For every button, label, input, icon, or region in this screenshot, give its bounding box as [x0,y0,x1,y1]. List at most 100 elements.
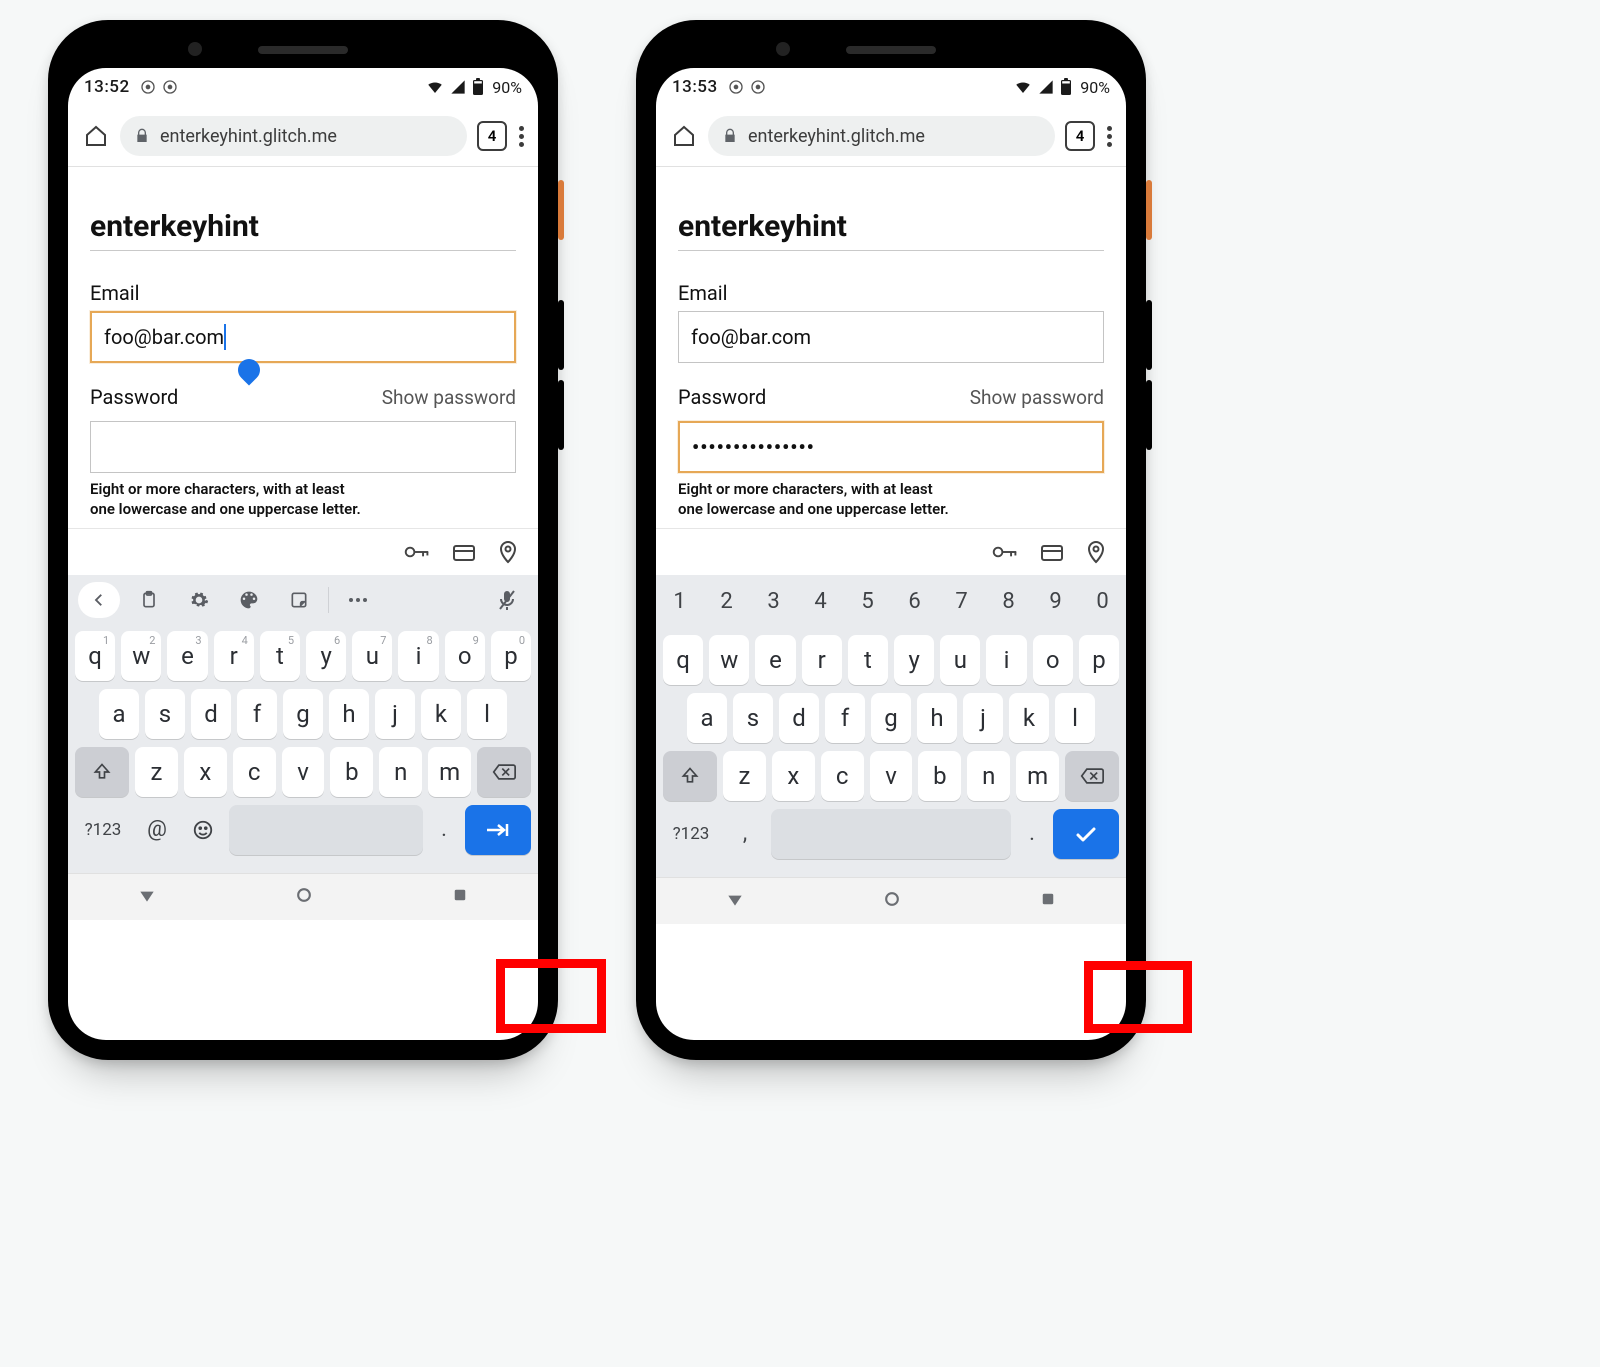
address-bar[interactable]: enterkeyhint.glitch.me [708,116,1055,156]
numkey-2[interactable]: 2 [703,575,750,629]
nav-back-icon[interactable] [725,889,745,913]
gear-icon[interactable] [178,582,220,618]
key-f[interactable]: f [237,689,277,739]
key-c[interactable]: c [233,747,276,797]
power-button[interactable] [558,180,564,240]
numkey-8[interactable]: 8 [985,575,1032,629]
email-field[interactable]: foo@bar.com [678,311,1104,363]
key-n[interactable]: n [379,747,422,797]
key-f[interactable]: f [825,693,865,743]
volume-down-button[interactable] [558,380,564,450]
mic-off-icon[interactable] [486,582,528,618]
key-j[interactable]: j [963,693,1003,743]
key-o[interactable]: o9 [445,631,485,681]
key-z[interactable]: z [135,747,178,797]
key-x[interactable]: x [772,751,815,801]
key-i[interactable]: i8 [398,631,438,681]
show-password-toggle[interactable]: Show password [382,386,516,409]
key-g[interactable]: g [871,693,911,743]
more-icon[interactable] [337,582,379,618]
numkey-0[interactable]: 0 [1079,575,1126,629]
card-icon[interactable] [1040,542,1064,562]
key-a[interactable]: a [687,693,727,743]
key-h[interactable]: h [329,689,369,739]
nav-recent-icon[interactable] [451,886,469,908]
key-h[interactable]: h [917,693,957,743]
key-g[interactable]: g [283,689,323,739]
at-key[interactable]: @ [137,805,177,855]
shift-key[interactable] [663,751,717,801]
nav-recent-icon[interactable] [1039,890,1057,912]
key-d[interactable]: d [779,693,819,743]
key-p[interactable]: p [1079,635,1119,685]
key-q[interactable]: q1 [75,631,115,681]
key-l[interactable]: l [1055,693,1095,743]
key-w[interactable]: w [709,635,749,685]
key-l[interactable]: l [467,689,507,739]
key-j[interactable]: j [375,689,415,739]
emoji-key[interactable] [183,805,223,855]
key-e[interactable]: e3 [167,631,207,681]
key-b[interactable]: b [918,751,961,801]
key-icon[interactable] [992,542,1018,562]
home-icon[interactable] [670,124,698,148]
symbols-key[interactable]: ?123 [663,809,719,859]
key-a[interactable]: a [99,689,139,739]
numkey-4[interactable]: 4 [797,575,844,629]
key-v[interactable]: v [282,747,325,797]
numkey-1[interactable]: 1 [656,575,703,629]
symbols-key[interactable]: ?123 [75,805,131,855]
key-w[interactable]: w2 [121,631,161,681]
key-y[interactable]: y6 [306,631,346,681]
menu-dots-icon[interactable] [519,126,528,147]
key-t[interactable]: t [848,635,888,685]
email-field[interactable]: foo@bar.com [90,311,516,363]
password-field[interactable]: ••••••••••••••• [678,421,1104,473]
key-p[interactable]: p0 [491,631,531,681]
enter-done-key[interactable] [1053,809,1119,859]
numkey-5[interactable]: 5 [844,575,891,629]
key-s[interactable]: s [733,693,773,743]
key-b[interactable]: b [330,747,373,797]
space-key[interactable] [229,805,423,855]
key-z[interactable]: z [723,751,766,801]
key-r[interactable]: r [802,635,842,685]
enter-next-key[interactable] [465,805,531,855]
tabs-button[interactable]: 4 [477,121,507,151]
key-d[interactable]: d [191,689,231,739]
key-u[interactable]: u7 [352,631,392,681]
key-m[interactable]: m [1016,751,1059,801]
comma-key[interactable]: , [725,809,765,859]
shift-key[interactable] [75,747,129,797]
key-u[interactable]: u [940,635,980,685]
key-i[interactable]: i [986,635,1026,685]
location-icon[interactable] [1086,540,1106,564]
volume-up-button[interactable] [558,300,564,370]
menu-dots-icon[interactable] [1107,126,1116,147]
nav-home-icon[interactable] [882,889,902,913]
nav-home-icon[interactable] [294,885,314,909]
key-t[interactable]: t5 [260,631,300,681]
password-field[interactable] [90,421,516,473]
key-v[interactable]: v [870,751,913,801]
backspace-key[interactable] [1065,751,1119,801]
numkey-9[interactable]: 9 [1032,575,1079,629]
location-icon[interactable] [498,540,518,564]
key-e[interactable]: e [755,635,795,685]
period-key[interactable]: . [1017,809,1047,859]
home-icon[interactable] [82,124,110,148]
space-key[interactable] [771,809,1011,859]
palette-icon[interactable] [228,582,270,618]
key-k[interactable]: k [421,689,461,739]
sticker-icon[interactable] [278,582,320,618]
volume-down-button[interactable] [1146,380,1152,450]
key-icon[interactable] [404,542,430,562]
key-y[interactable]: y [894,635,934,685]
backspace-key[interactable] [477,747,531,797]
numkey-7[interactable]: 7 [938,575,985,629]
key-s[interactable]: s [145,689,185,739]
key-m[interactable]: m [428,747,471,797]
chevron-left-icon[interactable] [78,582,120,618]
key-x[interactable]: x [184,747,227,797]
power-button[interactable] [1146,180,1152,240]
